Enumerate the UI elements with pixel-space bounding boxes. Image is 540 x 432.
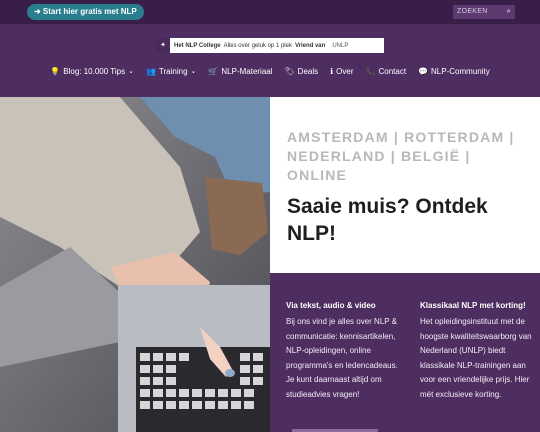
logo-brand: Het NLP College [174, 42, 221, 49]
nav-item-training[interactable]: 👥 Training ⌄ [146, 65, 196, 79]
hero-photo [0, 97, 270, 432]
nav-label: Deals [297, 67, 319, 76]
nav-label: Training [158, 67, 188, 76]
nav-item-blog-10-000-tips[interactable]: 💡 Blog: 10.000 Tips ⌄ [50, 65, 134, 79]
chat-icon: 💬 [418, 67, 429, 76]
info-panel: Via tekst, audio & video Bij ons vind je… [270, 273, 540, 432]
nav-item-nlp-community[interactable]: 💬 NLP-Community [418, 65, 490, 79]
info-column-classroom: Klassikaal NLP met korting! Het opleidin… [420, 299, 534, 402]
nav-label: NLP-Community [431, 67, 490, 76]
nav-label: Over [336, 67, 354, 76]
locations-text: AMSTERDAM | ROTTERDAM | NEDERLAND | BELG… [287, 129, 515, 183]
nav-label: Contact [378, 67, 407, 76]
logo-mark-icon: ✦ [156, 38, 170, 53]
hero-panel: AMSTERDAM | ROTTERDAM | NEDERLAND | BELG… [270, 97, 540, 273]
logo-friend: Vriend van [294, 42, 326, 49]
column-body: Bij ons vind je alles over NLP & communi… [286, 317, 398, 399]
logo-partner: UNLP [332, 42, 349, 49]
nav-item-nlp-materiaal[interactable]: 🛒 NLP-Materiaal [208, 65, 272, 79]
logo-tagline: Alles over geluk op 1 plek [223, 42, 292, 49]
info-icon: ℹ [330, 67, 334, 76]
nav-item-over[interactable]: ℹ Over [330, 65, 353, 79]
nav-label: NLP-Materiaal [221, 67, 273, 76]
column-title: Via tekst, audio & video [286, 301, 376, 310]
nav-item-deals[interactable]: 🏷 Deals [285, 65, 319, 79]
site-logo[interactable]: ✦ Het NLP College Alles over geluk op 1 … [156, 38, 384, 53]
column-title: Klassikaal NLP met korting! [420, 301, 526, 310]
search-input[interactable]: ZOEKEN ⌕ [453, 5, 515, 19]
info-column-media: Via tekst, audio & video Bij ons vind je… [286, 299, 400, 402]
start-free-button[interactable]: ➜ Start hier gratis met NLP [27, 4, 144, 20]
nav-label: Blog: 10.000 Tips [63, 67, 126, 76]
lightbulb-icon: 💡 [50, 67, 61, 76]
chevron-down-icon: ⌄ [190, 68, 197, 75]
top-bar: ➜ Start hier gratis met NLP ZOEKEN ⌕ [0, 0, 540, 24]
tag-icon: 🏷 [284, 67, 295, 76]
phone-icon: 📞 [365, 67, 376, 76]
main-nav: 💡 Blog: 10.000 Tips ⌄ 👥 Training ⌄ 🛒 NLP-Materi… [0, 65, 540, 79]
search-placeholder: ZOEKEN [457, 8, 488, 15]
cart-icon: 🛒 [208, 67, 219, 76]
search-icon[interactable]: ⌕ [507, 5, 511, 19]
column-body: Het opleidingsinstituut met de hoogste k… [420, 317, 532, 399]
users-icon: 👥 [145, 67, 156, 76]
nav-item-contact[interactable]: 📞 Contact [366, 65, 407, 79]
site-header: ✦ Het NLP College Alles over geluk op 1 … [0, 24, 540, 97]
chevron-down-icon: ⌄ [128, 68, 134, 75]
hero-headline: Saaie muis? Ontdek NLP! [287, 195, 488, 245]
hands-on-laptop-image [0, 97, 270, 432]
